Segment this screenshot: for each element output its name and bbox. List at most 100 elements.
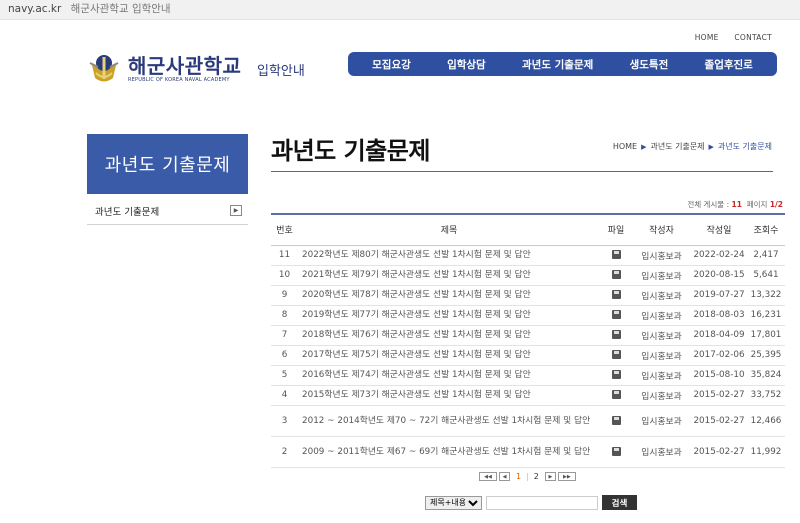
breadcrumb: HOME ▶ 과년도 기출문제 ▶ 과년도 기출문제 [613,141,772,152]
row-subject-link[interactable]: 2019학년도 제77기 해군사관생도 선발 1차시험 문제 및 답안 [298,305,600,326]
row-date: 2015-02-27 [691,405,747,437]
nav-recruitment[interactable]: 모집요강 [372,57,411,72]
floppy-disk-icon[interactable] [611,310,621,319]
side-menu-item-past-exams[interactable]: 과년도 기출문제 ▶ [87,197,248,225]
row-number: 9 [271,285,298,306]
floppy-disk-icon[interactable] [611,290,621,299]
row-author: 입시홍보과 [632,325,691,346]
table-row[interactable]: 2 2009 ~ 2011학년도 제67 ~ 69기 해군사관생도 선발 1차시… [271,436,785,468]
search-button[interactable]: 검색 [602,495,637,510]
main-navigation: 모집요강 입학상담 과년도 기출문제 생도특전 졸업후진로 [348,52,777,76]
breadcrumb-home[interactable]: HOME [613,142,637,151]
row-views: 25,395 [747,345,785,366]
table-row[interactable]: 6 2017학년도 제75기 해군사관생도 선발 1차시험 문제 및 답안 입시… [271,345,785,366]
table-row[interactable]: 10 2021학년도 제79기 해군사관생도 선발 1차시험 문제 및 답안 입… [271,265,785,286]
table-row[interactable]: 7 2018학년도 제76기 해군사관생도 선발 1차시험 문제 및 답안 입시… [271,325,785,346]
logo-admission-text: 입학안내 [257,64,305,79]
page-number[interactable]: 2 [534,472,539,481]
floppy-disk-icon[interactable] [611,446,621,456]
row-number: 3 [271,405,298,437]
row-views: 5,641 [747,265,785,286]
row-number: 7 [271,325,298,346]
row-author: 입시홍보과 [632,385,691,406]
url-domain[interactable]: navy.ac.kr [8,3,61,15]
naval-academy-emblem-icon [89,55,119,82]
arrow-right-icon: ▶ [230,205,242,216]
floppy-disk-icon[interactable] [611,390,621,399]
table-row[interactable]: 8 2019학년도 제77기 해군사관생도 선발 1차시험 문제 및 답안 입시… [271,305,785,326]
logo-sub-text: REPUBLIC OF KOREA NAVAL ACADEMY [128,77,230,83]
floppy-disk-icon[interactable] [611,250,621,259]
table-row[interactable]: 11 2022학년도 제80기 해군사관생도 선발 1차시험 문제 및 답안 입… [271,245,785,266]
next-page-button[interactable]: ▶ [544,472,556,481]
breadcrumb-arrow-icon: ▶ [708,143,714,151]
site-logo[interactable]: 해군사관학교 REPUBLIC OF KOREA NAVAL ACADEMY 입… [86,50,305,88]
top-links: HOME CONTACT [682,33,772,42]
table-header-row: 번호 제목 파일 작성자 작성일 조회수 [271,214,785,246]
row-date: 2015-08-10 [691,365,747,386]
nav-cadet-benefits[interactable]: 생도특전 [630,57,669,72]
row-file[interactable] [600,285,632,306]
row-author: 입시홍보과 [632,305,691,326]
row-date: 2017-02-06 [691,345,747,366]
row-number: 4 [271,385,298,406]
total-label: 전체 게시물 : [687,200,730,209]
table-row[interactable]: 9 2020학년도 제78기 해군사관생도 선발 1차시험 문제 및 답안 입시… [271,285,785,306]
row-subject-link[interactable]: 2012 ~ 2014학년도 제70 ~ 72기 해군사관생도 선발 1차시험 … [298,405,600,437]
first-page-button[interactable]: ◀◀ [479,472,497,481]
total-count: 11 [731,200,742,209]
floppy-disk-icon[interactable] [611,415,621,425]
table-row[interactable]: 3 2012 ~ 2014학년도 제70 ~ 72기 해군사관생도 선발 1차시… [271,405,785,437]
browser-bar[interactable]: navy.ac.kr 해군사관학교 입학안내 [0,0,800,20]
row-file[interactable] [600,245,632,266]
row-date: 2020-08-15 [691,265,747,286]
last-page-button[interactable]: ▶▶ [557,472,576,481]
breadcrumb-section[interactable]: 과년도 기출문제 [650,142,704,151]
col-views: 조회수 [747,214,785,246]
search-scope-select[interactable]: 제목+내용 [425,495,482,510]
row-subject-link[interactable]: 2021학년도 제79기 해군사관생도 선발 1차시험 문제 및 답안 [298,265,600,286]
floppy-disk-icon[interactable] [611,350,621,359]
home-link[interactable]: HOME [695,33,719,42]
floppy-disk-icon[interactable] [611,330,621,339]
row-views: 16,231 [747,305,785,326]
row-file[interactable] [600,265,632,286]
col-author: 작성자 [632,214,691,246]
nav-career[interactable]: 졸업후진로 [705,57,753,72]
table-row[interactable]: 4 2015학년도 제73기 해군사관생도 선발 1차시험 문제 및 답안 입시… [271,385,785,406]
table-row[interactable]: 5 2016학년도 제74기 해군사관생도 선발 1차시험 문제 및 답안 입시… [271,365,785,386]
row-date: 2015-02-27 [691,385,747,406]
floppy-disk-icon[interactable] [611,370,621,379]
breadcrumb-arrow-icon: ▶ [641,143,647,151]
page-number-current[interactable]: 1 [516,472,521,481]
row-file[interactable] [600,436,632,468]
floppy-disk-icon[interactable] [611,270,621,279]
contact-link[interactable]: CONTACT [734,33,772,42]
row-subject-link[interactable]: 2016학년도 제74기 해군사관생도 선발 1차시험 문제 및 답안 [298,365,600,386]
nav-past-exams[interactable]: 과년도 기출문제 [522,57,593,72]
row-file[interactable] [600,365,632,386]
title-divider [271,171,773,172]
row-author: 입시홍보과 [632,265,691,286]
row-file[interactable] [600,405,632,437]
nav-consulting[interactable]: 입학상담 [447,57,486,72]
col-date: 작성일 [691,214,747,246]
row-file[interactable] [600,305,632,326]
row-file[interactable] [600,385,632,406]
breadcrumb-current: 과년도 기출문제 [717,142,772,151]
row-subject-link[interactable]: 2018학년도 제76기 해군사관생도 선발 1차시험 문제 및 답안 [298,325,600,346]
row-subject-link[interactable]: 2017학년도 제75기 해군사관생도 선발 1차시험 문제 및 답안 [298,345,600,366]
row-file[interactable] [600,345,632,366]
search-input[interactable] [486,495,598,510]
row-date: 2015-02-27 [691,436,747,468]
search-bar: 제목+내용 검색 [425,495,637,510]
row-file[interactable] [600,325,632,346]
row-subject-link[interactable]: 2009 ~ 2011학년도 제67 ~ 69기 해군사관생도 선발 1차시험 … [298,436,600,468]
row-subject-link[interactable]: 2022학년도 제80기 해군사관생도 선발 1차시험 문제 및 답안 [298,245,600,266]
row-author: 입시홍보과 [632,245,691,266]
logo-main-text: 해군사관학교 [128,54,242,78]
col-number: 번호 [271,214,298,246]
prev-page-button[interactable]: ◀ [499,472,510,481]
row-subject-link[interactable]: 2015학년도 제73기 해군사관생도 선발 1차시험 문제 및 답안 [298,385,600,406]
row-subject-link[interactable]: 2020학년도 제78기 해군사관생도 선발 1차시험 문제 및 답안 [298,285,600,306]
